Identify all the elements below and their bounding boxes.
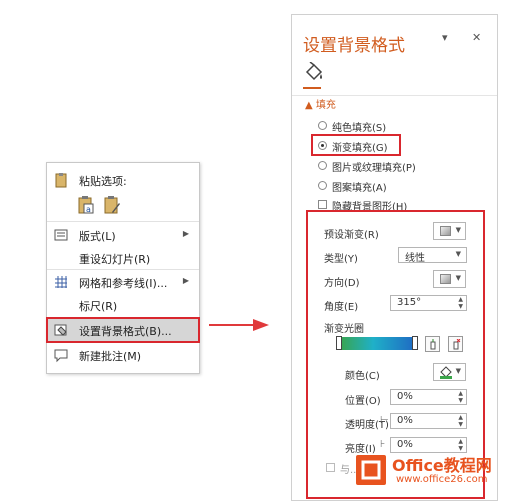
menu-item-label: 标尺(R) bbox=[79, 300, 118, 313]
paste-option-buttons: a bbox=[47, 193, 199, 219]
chevron-down-icon: ▼ bbox=[455, 250, 461, 258]
paste-options-heading: 粘贴选项: bbox=[79, 175, 127, 188]
remove-stop-icon bbox=[453, 339, 461, 350]
gradient-fill-highlight bbox=[311, 134, 401, 156]
grid-icon bbox=[55, 276, 67, 288]
active-tab-indicator bbox=[303, 87, 321, 89]
position-label: 位置(O) bbox=[345, 396, 381, 407]
menu-item-label: 新建批注(M) bbox=[79, 350, 142, 363]
brightness-spinner-icon[interactable]: ▲ ▼ bbox=[458, 438, 463, 452]
hide-background-graphics-checkbox[interactable] bbox=[318, 200, 327, 209]
type-label: 类型(Y) bbox=[324, 254, 358, 265]
paint-bucket-icon bbox=[440, 366, 452, 379]
angle-value: 315° bbox=[397, 297, 422, 308]
preset-gradient-button[interactable]: ▼ bbox=[433, 222, 466, 240]
picture-fill-radio[interactable] bbox=[318, 161, 327, 170]
add-stop-icon bbox=[430, 339, 436, 350]
pattern-fill-label: 图案填充(A) bbox=[332, 183, 387, 194]
direction-preview-icon bbox=[440, 274, 451, 284]
pattern-fill-option[interactable]: 图案填充(A) bbox=[318, 179, 488, 195]
paste-picture-icon[interactable] bbox=[103, 195, 121, 215]
menu-item-layout[interactable]: 版式(L) ▶ bbox=[47, 224, 199, 246]
paste-options-heading-row: 粘贴选项: bbox=[47, 169, 199, 191]
add-gradient-stop-button[interactable] bbox=[425, 336, 440, 352]
chevron-down-icon: ▼ bbox=[455, 226, 461, 234]
picture-fill-option[interactable]: 图片或纹理填充(P) bbox=[318, 159, 488, 175]
solid-fill-radio[interactable] bbox=[318, 121, 327, 130]
brightness-slider-icon[interactable]: ⊦ bbox=[380, 439, 385, 450]
gradient-stop-handle-left[interactable] bbox=[336, 336, 342, 350]
context-menu: 粘贴选项: a 版式(L) ▶ 重设幻灯片(R) 网格和参考线(I)... ▶ … bbox=[46, 162, 200, 374]
fill-bucket-icon[interactable] bbox=[303, 62, 325, 84]
gradient-preview-icon bbox=[440, 226, 451, 236]
menu-item-label: 网格和参考线(I)... bbox=[79, 277, 168, 290]
brightness-label: 亮度(I) bbox=[345, 444, 376, 455]
color-label: 颜色(C) bbox=[345, 371, 380, 382]
menu-item-grid-guides[interactable]: 网格和参考线(I)... ▶ bbox=[47, 271, 199, 293]
transparency-spinner-icon[interactable]: ▲ ▼ bbox=[458, 414, 463, 428]
pane-options-dropdown-icon[interactable]: ▾ bbox=[442, 31, 448, 44]
position-input[interactable]: 0% ▲ ▼ bbox=[390, 389, 467, 405]
menu-item-new-comment[interactable]: 新建批注(M) bbox=[47, 344, 199, 366]
chevron-down-icon: ▼ bbox=[455, 367, 461, 375]
fill-section-header[interactable]: ▲ 填充 bbox=[305, 96, 336, 111]
angle-spinner-icon[interactable]: ▲ ▼ bbox=[458, 296, 463, 310]
office-logo-icon bbox=[356, 455, 386, 485]
position-value: 0% bbox=[397, 391, 413, 402]
watermark-title: Office教程网 bbox=[392, 456, 492, 475]
pattern-fill-radio[interactable] bbox=[318, 181, 327, 190]
pane-title: 设置背景格式 bbox=[303, 36, 405, 56]
menu-item-format-background[interactable]: 设置背景格式(B)... bbox=[46, 317, 200, 343]
color-picker-button[interactable]: ▼ bbox=[433, 363, 466, 381]
menu-item-label: 重设幻灯片(R) bbox=[79, 253, 151, 266]
format-background-icon bbox=[54, 324, 67, 336]
svg-text:a: a bbox=[86, 205, 91, 214]
gradient-stops-label: 渐变光圈 bbox=[324, 324, 364, 335]
type-value: 线性 bbox=[405, 253, 425, 264]
submenu-arrow-icon: ▶ bbox=[182, 276, 189, 285]
gradient-stops-bar[interactable] bbox=[339, 337, 415, 350]
layout-icon bbox=[54, 229, 68, 241]
angle-label: 角度(E) bbox=[324, 302, 359, 313]
solid-fill-label: 纯色填充(S) bbox=[332, 123, 387, 134]
transparency-slider-icon[interactable]: ⊢ bbox=[380, 415, 389, 426]
angle-input[interactable]: 315° ▲ ▼ bbox=[390, 295, 467, 311]
menu-item-ruler[interactable]: 标尺(R) bbox=[47, 294, 199, 316]
transparency-input[interactable]: 0% ▲ ▼ bbox=[390, 413, 467, 429]
menu-item-reset-slide[interactable]: 重设幻灯片(R) bbox=[47, 247, 199, 269]
transparency-value: 0% bbox=[397, 415, 413, 426]
menu-separator bbox=[47, 269, 199, 270]
menu-item-label: 设置背景格式(B)... bbox=[79, 325, 172, 338]
rotate-with-shape-checkbox[interactable] bbox=[326, 463, 335, 472]
brightness-input[interactable]: 0% ▲ ▼ bbox=[390, 437, 467, 453]
menu-separator bbox=[47, 221, 199, 222]
new-comment-icon bbox=[54, 349, 68, 363]
solid-fill-option[interactable]: 纯色填充(S) bbox=[318, 119, 488, 135]
remove-gradient-stop-button[interactable] bbox=[448, 336, 463, 352]
direction-button[interactable]: ▼ bbox=[433, 270, 466, 288]
position-spinner-icon[interactable]: ▲ ▼ bbox=[458, 390, 463, 404]
clipboard-icon bbox=[55, 173, 67, 188]
watermark-url: www.office26.com bbox=[396, 474, 488, 485]
preset-gradient-label: 预设渐变(R) bbox=[324, 230, 379, 241]
picture-fill-label: 图片或纹理填充(P) bbox=[332, 163, 416, 174]
submenu-arrow-icon: ▶ bbox=[182, 229, 189, 238]
paste-keep-formatting-icon[interactable]: a bbox=[77, 195, 95, 215]
close-icon[interactable]: ✕ bbox=[472, 31, 481, 44]
right-arrow-icon bbox=[209, 319, 269, 331]
gradient-stop-handle-right[interactable] bbox=[412, 336, 418, 350]
menu-item-label: 版式(L) bbox=[79, 230, 116, 243]
brightness-value: 0% bbox=[397, 439, 413, 450]
type-select[interactable]: 线性 ▼ bbox=[398, 247, 467, 264]
chevron-down-icon: ▼ bbox=[455, 274, 461, 282]
direction-label: 方向(D) bbox=[324, 278, 360, 289]
